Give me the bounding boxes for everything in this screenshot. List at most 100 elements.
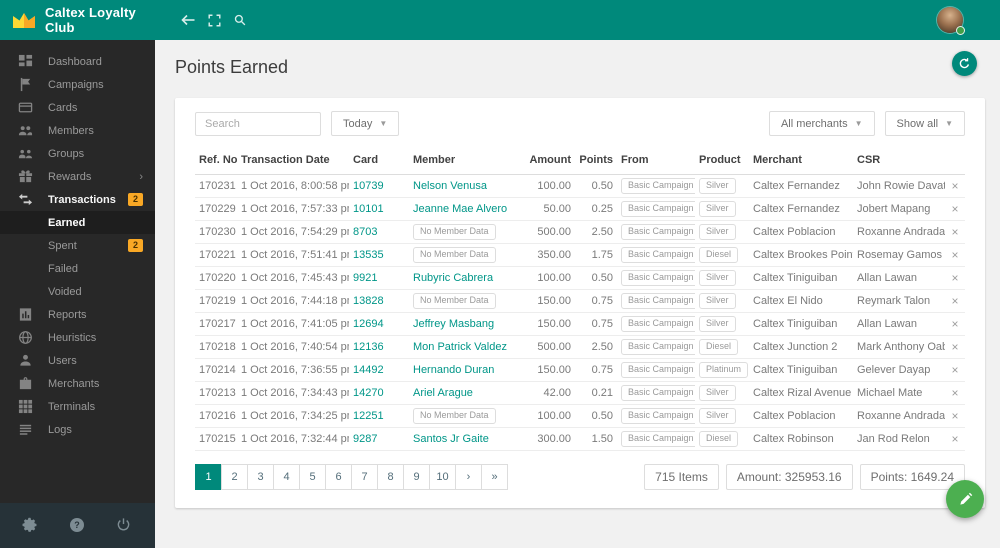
- member-link[interactable]: Jeffrey Masbang: [413, 318, 494, 330]
- date-filter-dropdown[interactable]: Today ▼: [331, 111, 400, 136]
- card-link[interactable]: 10101: [353, 203, 384, 215]
- avatar[interactable]: [937, 7, 965, 35]
- no-member-badge: No Member Data: [413, 224, 496, 240]
- card-link[interactable]: 14492: [353, 364, 384, 376]
- cell-csr: Michael Mate: [853, 381, 945, 405]
- cell-merchant: Caltex Robinson: [749, 427, 853, 451]
- page-button-1[interactable]: 1: [195, 464, 222, 490]
- card-link[interactable]: 9287: [353, 433, 377, 445]
- from-badge: Basic Campaign: [621, 293, 695, 309]
- cell-date: 1 Oct 2016, 7:44:18 pm: [237, 289, 349, 313]
- card-link[interactable]: 9921: [353, 272, 377, 284]
- card-link[interactable]: 12694: [353, 318, 384, 330]
- card-link[interactable]: 13828: [353, 295, 384, 307]
- member-link[interactable]: Nelson Venusa: [413, 180, 487, 192]
- member-link[interactable]: Santos Jr Gaite: [413, 433, 489, 445]
- sidebar-item-label: Failed: [48, 262, 78, 275]
- pagination: 1 2 3 4 5 6 7 8 9 10 ›»: [195, 464, 508, 490]
- cell-close: ×: [945, 220, 965, 244]
- show-filter-dropdown[interactable]: Show all ▼: [884, 111, 965, 136]
- cell-date: 1 Oct 2016, 7:54:29 pm: [237, 220, 349, 244]
- member-link[interactable]: Rubyric Cabrera: [413, 272, 493, 284]
- card-link[interactable]: 12251: [353, 410, 384, 422]
- table-row: 170218 1 Oct 2016, 7:40:54 pm 12136 Mon Pat…: [195, 335, 965, 359]
- page-button-10[interactable]: 10: [429, 464, 456, 490]
- close-icon[interactable]: ×: [951, 271, 958, 285]
- page-button-8[interactable]: 8: [377, 464, 404, 490]
- merchant-filter-dropdown[interactable]: All merchants ▼: [768, 111, 875, 136]
- close-icon[interactable]: ×: [951, 225, 958, 239]
- sidebar-item-voided[interactable]: Voided: [0, 280, 155, 303]
- cell-merchant: Caltex El Nido: [749, 289, 853, 313]
- sidebar-item-spent[interactable]: Spent 2: [0, 234, 155, 257]
- header-icons: [175, 7, 253, 33]
- edit-fab-button[interactable]: [946, 480, 984, 518]
- card-link[interactable]: 14270: [353, 387, 384, 399]
- cell-amount: 150.00: [525, 289, 575, 313]
- close-icon[interactable]: ×: [951, 432, 958, 446]
- page-button-4[interactable]: 4: [273, 464, 300, 490]
- page-button-6[interactable]: 6: [325, 464, 352, 490]
- transactions-table: Ref. No. Transaction Date Card Member Amount…: [195, 147, 965, 451]
- close-icon[interactable]: ×: [951, 317, 958, 331]
- sidebar-item-earned[interactable]: Earned: [0, 211, 155, 234]
- close-icon[interactable]: ×: [951, 363, 958, 377]
- date-filter-label: Today: [343, 117, 373, 130]
- member-link[interactable]: Ariel Arague: [413, 387, 473, 399]
- page-last-button[interactable]: »: [481, 464, 508, 490]
- page-button-5[interactable]: 5: [299, 464, 326, 490]
- globe-icon: [18, 330, 33, 345]
- sidebar-item-failed[interactable]: Failed: [0, 257, 155, 280]
- member-link[interactable]: Mon Patrick Valdez: [413, 341, 507, 353]
- sidebar-item-heuristics[interactable]: Heuristics: [0, 326, 155, 349]
- close-icon[interactable]: ×: [951, 340, 958, 354]
- close-icon[interactable]: ×: [951, 386, 958, 400]
- close-icon[interactable]: ×: [951, 294, 958, 308]
- from-badge: Basic Campaign: [621, 270, 695, 286]
- card-link[interactable]: 13535: [353, 249, 384, 261]
- card-link[interactable]: 12136: [353, 341, 384, 353]
- close-icon[interactable]: ×: [951, 179, 958, 193]
- sidebar-item-dashboard[interactable]: Dashboard: [0, 50, 155, 73]
- close-icon[interactable]: ×: [951, 409, 958, 423]
- crown-logo-icon: [12, 12, 36, 29]
- caret-down-icon: ▼: [379, 119, 388, 128]
- sidebar-item-campaigns[interactable]: Campaigns: [0, 73, 155, 96]
- page-button-2[interactable]: 2: [221, 464, 248, 490]
- page-button-9[interactable]: 9: [403, 464, 430, 490]
- sidebar-item-transactions[interactable]: Transactions 2: [0, 188, 155, 211]
- sidebar-item-terminals[interactable]: Terminals: [0, 395, 155, 418]
- sidebar-item-members[interactable]: Members: [0, 119, 155, 142]
- cell-member: Ariel Arague: [409, 381, 525, 405]
- cell-date: 1 Oct 2016, 7:51:41 pm: [237, 243, 349, 267]
- search-input[interactable]: [195, 111, 321, 136]
- cell-csr: Reymark Talon: [853, 289, 945, 313]
- sidebar-item-groups[interactable]: Groups: [0, 142, 155, 165]
- cell-points: 0.75: [575, 312, 617, 336]
- settings-icon[interactable]: [22, 517, 39, 534]
- power-icon[interactable]: [116, 517, 133, 534]
- sidebar-item-merchants[interactable]: Merchants: [0, 372, 155, 395]
- sidebar-item-logs[interactable]: Logs: [0, 418, 155, 441]
- table-row: 170220 1 Oct 2016, 7:45:43 pm 9921 Rubyric …: [195, 266, 965, 290]
- search-icon[interactable]: [227, 7, 253, 33]
- page-next-button[interactable]: ›: [455, 464, 482, 490]
- card-link[interactable]: 10739: [353, 180, 384, 192]
- sidebar-item-reports[interactable]: Reports: [0, 303, 155, 326]
- sidebar-item-rewards[interactable]: Rewards ›: [0, 165, 155, 188]
- member-link[interactable]: Hernando Duran: [413, 364, 494, 376]
- back-icon[interactable]: [175, 7, 201, 33]
- sidebar-item-users[interactable]: Users: [0, 349, 155, 372]
- table-row: 170219 1 Oct 2016, 7:44:18 pm 13828 No Memb…: [195, 289, 965, 313]
- page-button-7[interactable]: 7: [351, 464, 378, 490]
- member-link[interactable]: Jeanne Mae Alvero: [413, 203, 507, 215]
- fullscreen-icon[interactable]: [201, 7, 227, 33]
- refresh-button[interactable]: [952, 51, 977, 76]
- help-icon[interactable]: ?: [69, 517, 86, 534]
- page-button-3[interactable]: 3: [247, 464, 274, 490]
- close-icon[interactable]: ×: [951, 202, 958, 216]
- close-icon[interactable]: ×: [951, 248, 958, 262]
- sidebar-item-cards[interactable]: Cards: [0, 96, 155, 119]
- card-link[interactable]: 8703: [353, 226, 377, 238]
- column-header-card: Card: [349, 147, 409, 175]
